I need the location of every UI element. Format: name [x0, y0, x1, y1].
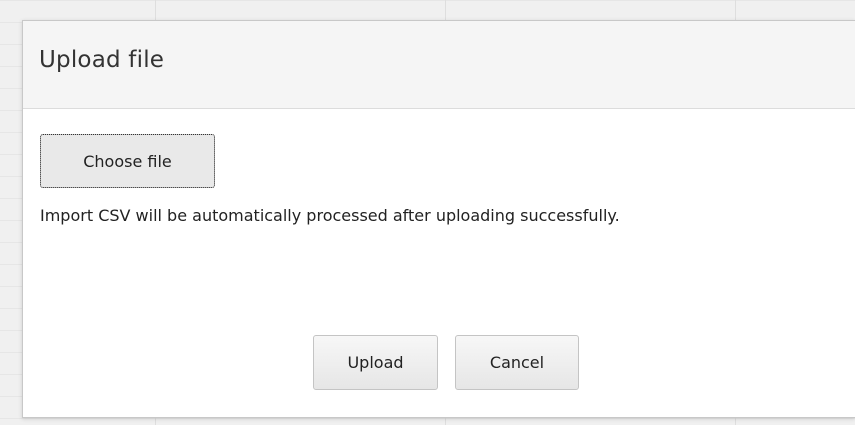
cancel-button[interactable]: Cancel — [455, 335, 579, 390]
upload-file-dialog: Upload file Choose file Import CSV will … — [22, 20, 855, 418]
choose-file-button[interactable]: Choose file — [40, 134, 215, 188]
upload-button[interactable]: Upload — [313, 335, 438, 390]
upload-help-text: Import CSV will be automatically process… — [40, 206, 620, 225]
dialog-header: Upload file — [23, 21, 855, 109]
dialog-title: Upload file — [39, 47, 165, 73]
